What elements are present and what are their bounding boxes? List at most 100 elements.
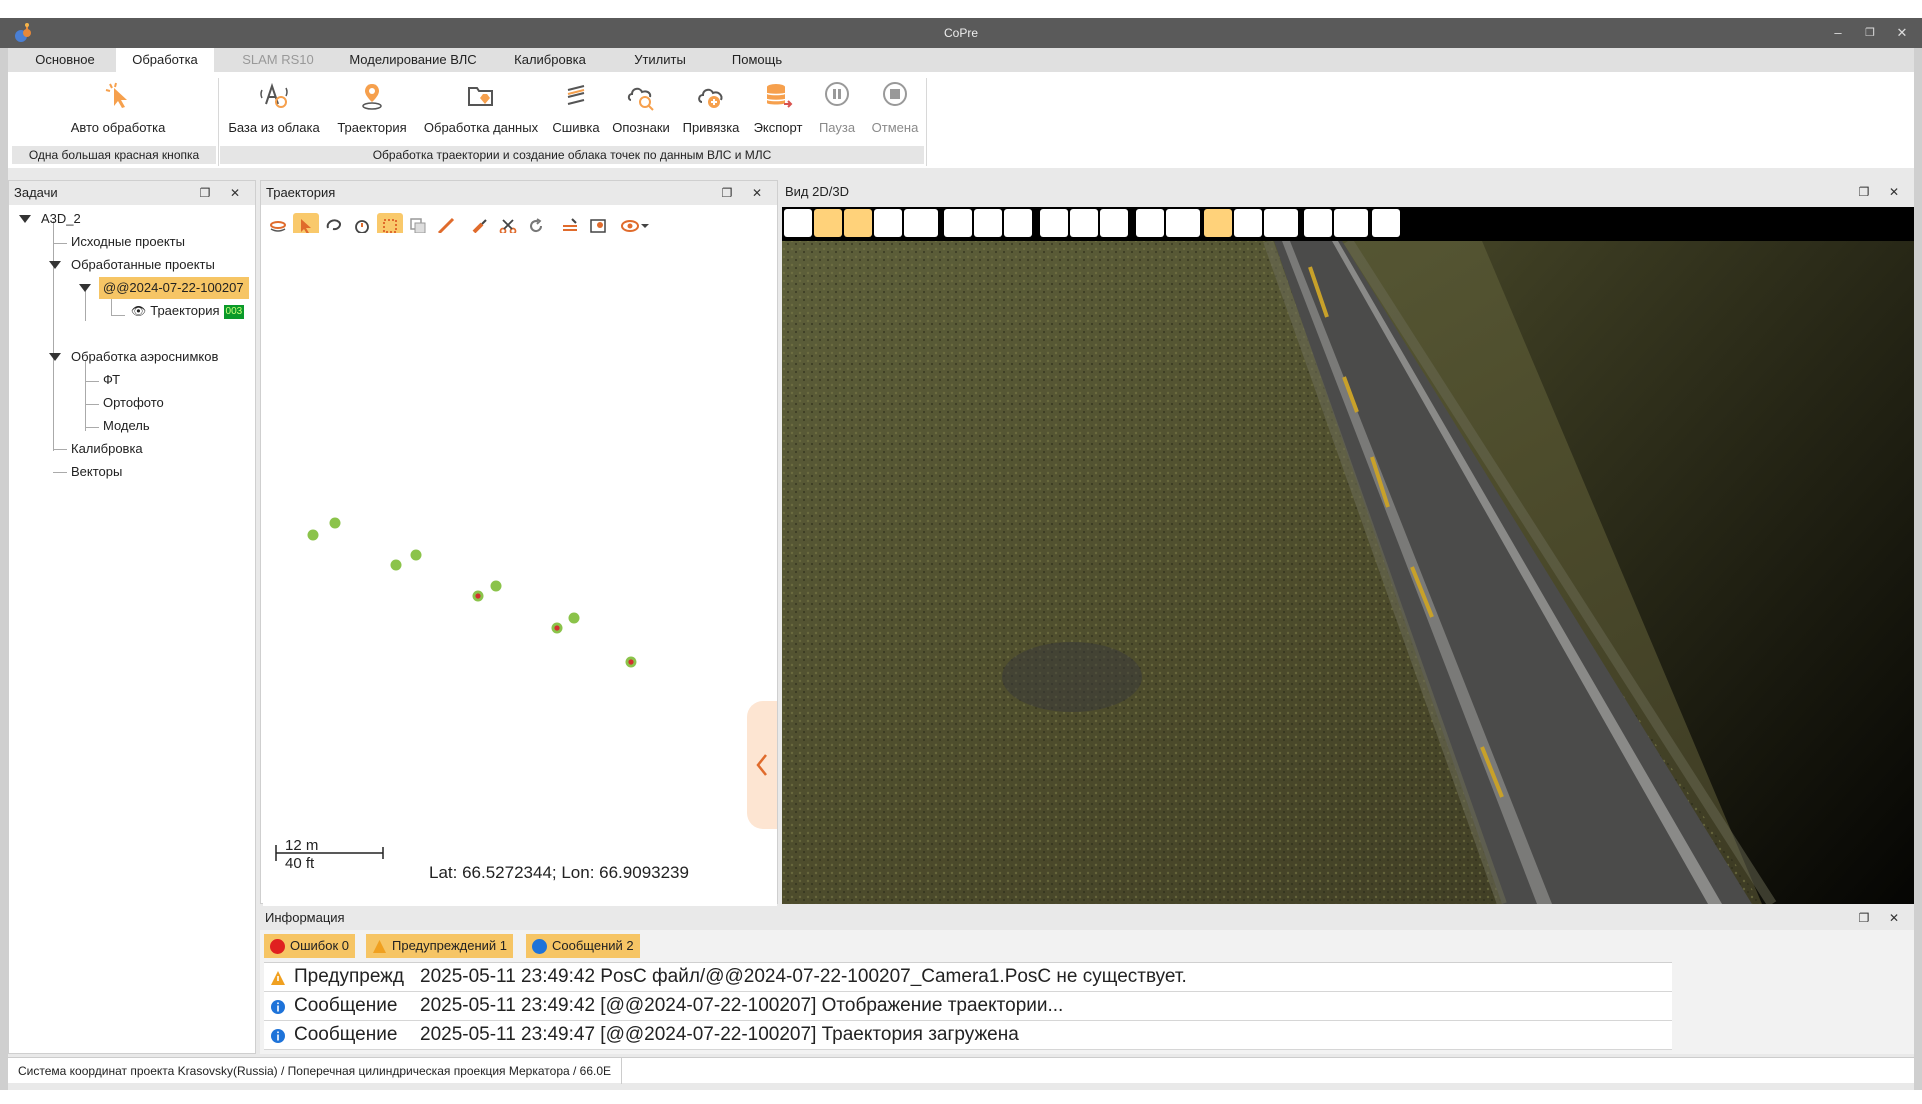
info-panel-header: Информация ❐ ✕ bbox=[260, 906, 1914, 930]
tab-help[interactable]: Помощь bbox=[714, 48, 800, 72]
close-panel-button[interactable]: ✕ bbox=[1884, 180, 1904, 204]
tab-utilities[interactable]: Утилиты bbox=[612, 48, 708, 72]
log-message: 2025-05-11 23:49:47 [@@2024-07-22-100207… bbox=[420, 1024, 1019, 1045]
section-y-icon[interactable] bbox=[1070, 209, 1098, 237]
auto-process-label: Авто обработка bbox=[70, 120, 166, 135]
trajectory-point[interactable] bbox=[329, 517, 341, 529]
stitch-label: Сшивка bbox=[552, 120, 600, 135]
section-x-icon[interactable] bbox=[1040, 209, 1068, 237]
float-panel-button[interactable]: ❐ bbox=[195, 181, 215, 205]
float-panel-button[interactable]: ❐ bbox=[1854, 180, 1874, 204]
cloud-refresh-icon[interactable] bbox=[874, 209, 902, 237]
trajectory-map[interactable] bbox=[263, 233, 777, 923]
color-scale-icon[interactable] bbox=[784, 209, 812, 237]
data-processing-button[interactable]: Обработка данных bbox=[418, 80, 544, 140]
trajectory-point[interactable] bbox=[490, 580, 502, 592]
tree-item-trajectory[interactable]: 👁 Траектория 003 bbox=[131, 300, 245, 322]
measure-horizontal-icon[interactable] bbox=[1004, 209, 1032, 237]
layers-icon[interactable] bbox=[1234, 209, 1262, 237]
tree-line bbox=[85, 404, 99, 405]
trajectory-point-marker bbox=[475, 593, 481, 599]
warning-icon bbox=[271, 971, 285, 985]
stitch-icon bbox=[567, 85, 585, 105]
errors-filter-tab[interactable]: Ошибок 0 bbox=[264, 934, 356, 958]
close-window-button[interactable]: ✕ bbox=[1892, 24, 1912, 42]
auto-process-button[interactable]: Авто обработка bbox=[48, 80, 188, 140]
stop-icon bbox=[883, 82, 907, 106]
auto-cursor-icon bbox=[105, 82, 127, 108]
close-panel-button[interactable]: ✕ bbox=[747, 181, 767, 205]
expand-toggle-icon[interactable] bbox=[79, 284, 91, 292]
export-button[interactable]: Экспорт bbox=[748, 80, 808, 140]
trajectory-point[interactable] bbox=[307, 529, 319, 541]
tree-item-calibration[interactable]: Калибровка bbox=[71, 438, 143, 460]
tree-item-ft[interactable]: ФТ bbox=[103, 369, 120, 391]
tab-main[interactable]: Основное bbox=[20, 48, 110, 72]
collapse-panel-tab[interactable] bbox=[747, 701, 777, 829]
expand-toggle-icon[interactable] bbox=[49, 353, 61, 361]
view-3d-icon[interactable] bbox=[1304, 209, 1332, 237]
trajectory-button[interactable]: Траектория bbox=[330, 80, 414, 140]
restore-button[interactable]: ❐ bbox=[1860, 24, 1880, 42]
tree-item-vectors[interactable]: Векторы bbox=[71, 461, 122, 483]
tab-modeling[interactable]: Моделирование ВЛС bbox=[338, 48, 488, 72]
ribbon-separator bbox=[926, 78, 927, 166]
intensity-icon[interactable] bbox=[814, 209, 842, 237]
tree-root[interactable]: A3D_2 bbox=[41, 208, 81, 230]
tree-line bbox=[85, 381, 99, 382]
tab-slam[interactable]: SLAM RS10 bbox=[226, 48, 330, 72]
crosshair-icon[interactable] bbox=[1372, 209, 1400, 237]
trajectory-point[interactable] bbox=[568, 612, 580, 624]
grid-dropdown-icon[interactable] bbox=[904, 209, 938, 237]
tree-item-ortho[interactable]: Ортофото bbox=[103, 392, 164, 414]
cut-icon[interactable] bbox=[1100, 209, 1128, 237]
pause-button[interactable]: Пауза bbox=[814, 80, 860, 140]
data-folder-icon bbox=[468, 87, 493, 106]
markers-icon bbox=[627, 87, 654, 111]
warnings-filter-tab[interactable]: Предупреждений 1 bbox=[366, 934, 514, 958]
eye-icon[interactable]: 👁 bbox=[131, 300, 146, 322]
coordinate-system-status: Система координат проекта Krasovsky(Russ… bbox=[18, 1058, 623, 1084]
expand-toggle-icon[interactable] bbox=[49, 261, 61, 269]
cube-dropdown-icon[interactable] bbox=[1334, 209, 1368, 237]
stitch-button[interactable]: Сшивка bbox=[548, 80, 604, 140]
log-message: 2025-05-11 23:49:42 [@@2024-07-22-100207… bbox=[420, 995, 1064, 1016]
trajectory-panel-header: Траектория ❐ ✕ bbox=[261, 181, 777, 205]
binding-label: Привязка bbox=[682, 120, 740, 135]
markers-button[interactable]: Опознаки bbox=[608, 80, 674, 140]
tab-processing[interactable]: Обработка bbox=[116, 48, 214, 72]
tree-item-processed-projects[interactable]: Обработанные проекты bbox=[71, 254, 215, 276]
minimize-button[interactable]: – bbox=[1828, 24, 1848, 42]
tree-item-source-projects[interactable]: Исходные проекты bbox=[71, 231, 185, 253]
float-panel-button[interactable]: ❐ bbox=[717, 181, 737, 205]
binding-button[interactable]: Привязка bbox=[678, 80, 744, 140]
log-row[interactable]: Сообщение 2025-05-11 23:49:47 [@@2024-07… bbox=[264, 1021, 1672, 1050]
close-panel-button[interactable]: ✕ bbox=[1884, 906, 1904, 930]
messages-filter-tab[interactable]: Сообщений 2 bbox=[526, 934, 640, 958]
ruler-dropdown-icon[interactable] bbox=[1166, 209, 1200, 237]
expand-toggle-icon[interactable] bbox=[19, 215, 31, 223]
tree-item-project[interactable]: @@2024-07-22-100207 bbox=[99, 277, 249, 299]
base-from-cloud-button[interactable]: База из облака bbox=[222, 80, 326, 140]
settings-sliders-icon[interactable] bbox=[944, 209, 972, 237]
close-panel-button[interactable]: ✕ bbox=[225, 181, 245, 205]
log-row[interactable]: Предупрежд 2025-05-11 23:49:42 PosC файл… bbox=[264, 963, 1672, 992]
group1-label: Одна большая красная кнопка bbox=[12, 146, 216, 164]
link-icon[interactable] bbox=[1204, 209, 1232, 237]
tree-item-aerial[interactable]: Обработка аэроснимков bbox=[71, 346, 218, 368]
log-level: Предупрежд bbox=[294, 966, 404, 987]
log-row[interactable]: Сообщение 2025-05-11 23:49:42 [@@2024-07… bbox=[264, 992, 1672, 1021]
status-bar: Система координат проекта Krasovsky(Russ… bbox=[8, 1057, 1914, 1084]
tab-calibration[interactable]: Калибровка bbox=[502, 48, 598, 72]
float-panel-button[interactable]: ❐ bbox=[1854, 906, 1874, 930]
cancel-button[interactable]: Отмена bbox=[868, 80, 922, 140]
trajectory-point[interactable] bbox=[390, 559, 402, 571]
palette-icon[interactable] bbox=[974, 209, 1002, 237]
tree-item-model[interactable]: Модель bbox=[103, 415, 150, 437]
trajectory-point[interactable] bbox=[410, 549, 422, 561]
rgb-color-icon[interactable] bbox=[844, 209, 872, 237]
marker-dropdown-icon[interactable] bbox=[1264, 209, 1298, 237]
crop-icon[interactable] bbox=[1136, 209, 1164, 237]
pointcloud-viewport[interactable] bbox=[782, 207, 1914, 904]
scale-meters: 12 m bbox=[285, 837, 319, 854]
